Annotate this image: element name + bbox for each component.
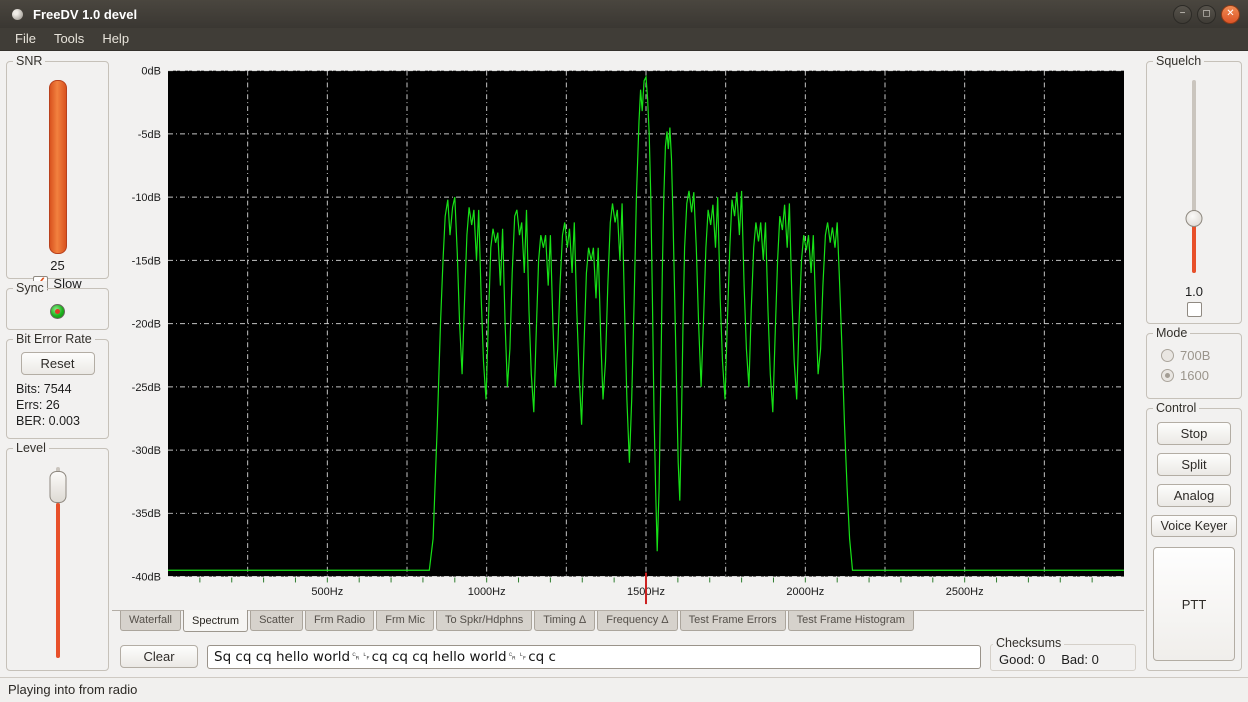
sync-led-icon xyxy=(50,304,65,319)
mode-1600-label: 1600 xyxy=(1180,368,1209,383)
mode-group-title: Mode xyxy=(1153,326,1190,340)
level-slider[interactable] xyxy=(11,461,104,666)
ptt-button[interactable]: PTT xyxy=(1153,547,1235,661)
tab-spectrum[interactable]: Spectrum xyxy=(183,610,248,632)
minimize-icon[interactable]: − xyxy=(1173,5,1192,24)
ber-group-title: Bit Error Rate xyxy=(13,332,95,346)
menu-bar: File Tools Help xyxy=(0,28,1248,51)
svg-text:-15dB: -15dB xyxy=(132,255,161,267)
tab-waterfall[interactable]: Waterfall xyxy=(120,611,181,631)
squelch-group-title: Squelch xyxy=(1153,54,1204,68)
squelch-slider-handle[interactable] xyxy=(1186,210,1203,227)
squelch-group: Squelch 1.0 xyxy=(1146,61,1242,324)
mode-group: Mode 700B 1600 xyxy=(1146,333,1242,399)
menu-tools[interactable]: Tools xyxy=(45,28,93,50)
ber-errs: Errs: 26 xyxy=(16,397,102,413)
level-group: Level xyxy=(6,448,109,671)
tab-frm-mic[interactable]: Frm Mic xyxy=(376,611,434,631)
tab-frm-radio[interactable]: Frm Radio xyxy=(305,611,374,631)
mode-700b-label: 700B xyxy=(1180,348,1210,363)
ber-group: Bit Error Rate Reset Bits: 7544 Errs: 26… xyxy=(6,339,109,439)
squelch-slider[interactable] xyxy=(1151,74,1237,281)
tab-test-frame-errors[interactable]: Test Frame Errors xyxy=(680,611,786,631)
level-group-title: Level xyxy=(13,441,49,455)
title-bar: FreeDV 1.0 devel − ◻ ✕ xyxy=(0,0,1248,28)
checksums-title: Checksums xyxy=(993,636,1064,650)
center-panel: 0dB -5dB -10dB -15dB -20dB -25dB -30dB -35dB -40… xyxy=(112,51,1144,677)
stop-button[interactable]: Stop xyxy=(1157,422,1231,445)
svg-text:-10dB: -10dB xyxy=(132,192,161,204)
svg-text:-40dB: -40dB xyxy=(132,572,161,584)
spectrum-plot-container: 0dB -5dB -10dB -15dB -20dB -25dB -30dB -35dB -40… xyxy=(114,51,1142,610)
snr-value: 25 xyxy=(11,258,104,273)
squelch-slider-fill xyxy=(1192,224,1196,273)
left-panel: SNR 25 ✓ Slow Sync Bit Error Rate Reset … xyxy=(0,51,112,677)
rx-text-input[interactable] xyxy=(207,645,981,669)
svg-text:-5dB: -5dB xyxy=(138,129,161,141)
control-group-title: Control xyxy=(1153,401,1199,415)
reset-button[interactable]: Reset xyxy=(21,352,95,375)
split-button[interactable]: Split xyxy=(1157,453,1231,476)
snr-gauge[interactable] xyxy=(49,80,67,254)
menu-file[interactable]: File xyxy=(6,28,45,50)
close-icon[interactable]: ✕ xyxy=(1221,5,1240,24)
tab-frequency-delta[interactable]: Frequency Δ xyxy=(597,611,677,631)
mode-1600-row[interactable]: 1600 xyxy=(1151,366,1237,386)
tab-scatter[interactable]: Scatter xyxy=(250,611,303,631)
svg-text:0dB: 0dB xyxy=(141,66,161,78)
squelch-value: 1.0 xyxy=(1151,284,1237,299)
rx-text-row: Clear Checksums Good: 0 Bad: 0 xyxy=(112,635,1144,677)
window-title: FreeDV 1.0 devel xyxy=(33,7,137,22)
ber-stats: Bits: 7544 Errs: 26 BER: 0.003 xyxy=(11,379,104,431)
checksums-bad: Bad: 0 xyxy=(1061,652,1099,667)
checksums-values: Good: 0 Bad: 0 xyxy=(999,652,1127,667)
radio-1600-icon[interactable] xyxy=(1161,369,1174,382)
sync-group: Sync xyxy=(6,288,109,330)
voice-keyer-button[interactable]: Voice Keyer xyxy=(1151,515,1237,537)
tab-bar: Waterfall Spectrum Scatter Frm Radio Frm… xyxy=(112,610,1144,635)
checksums-good: Good: 0 xyxy=(999,652,1045,667)
squelch-checkbox[interactable] xyxy=(1187,302,1202,317)
menu-help[interactable]: Help xyxy=(93,28,138,50)
svg-text:500Hz: 500Hz xyxy=(311,586,343,598)
app-window: FreeDV 1.0 devel − ◻ ✕ File Tools Help S… xyxy=(0,0,1248,702)
checksums-group: Checksums Good: 0 Bad: 0 xyxy=(990,644,1136,671)
mode-700b-row[interactable]: 700B xyxy=(1151,346,1237,366)
spectrum-plot[interactable]: 0dB -5dB -10dB -15dB -20dB -25dB -30dB -35dB -40… xyxy=(114,51,1142,610)
tab-to-spkr[interactable]: To Spkr/Hdphns xyxy=(436,611,532,631)
snr-group-title: SNR xyxy=(13,54,45,68)
svg-text:-20dB: -20dB xyxy=(132,319,161,331)
window-controls: − ◻ ✕ xyxy=(1173,5,1240,24)
svg-text:-30dB: -30dB xyxy=(132,445,161,457)
svg-text:-25dB: -25dB xyxy=(132,382,161,394)
main-area: SNR 25 ✓ Slow Sync Bit Error Rate Reset … xyxy=(0,51,1248,677)
tab-timing-delta[interactable]: Timing Δ xyxy=(534,611,595,631)
app-icon xyxy=(12,9,23,20)
svg-text:-35dB: -35dB xyxy=(132,508,161,520)
clear-button[interactable]: Clear xyxy=(120,645,198,668)
ber-bits: Bits: 7544 xyxy=(16,381,102,397)
snr-group: SNR 25 ✓ Slow xyxy=(6,61,109,279)
level-slider-handle[interactable] xyxy=(49,471,66,503)
svg-text:2000Hz: 2000Hz xyxy=(786,586,824,598)
control-group: Control Stop Split Analog Voice Keyer PT… xyxy=(1146,408,1242,671)
maximize-icon[interactable]: ◻ xyxy=(1197,5,1216,24)
tab-test-frame-histogram[interactable]: Test Frame Histogram xyxy=(788,611,914,631)
radio-700b-icon[interactable] xyxy=(1161,349,1174,362)
sync-group-title: Sync xyxy=(13,281,47,295)
ber-value: BER: 0.003 xyxy=(16,413,102,429)
status-bar: Playing into from radio xyxy=(0,677,1248,702)
level-slider-fill xyxy=(56,503,60,658)
svg-text:2500Hz: 2500Hz xyxy=(946,586,984,598)
squelch-checkbox-row xyxy=(1151,302,1237,319)
analog-button[interactable]: Analog xyxy=(1157,484,1231,507)
right-panel: Squelch 1.0 Mode 700B xyxy=(1144,51,1248,677)
svg-text:1000Hz: 1000Hz xyxy=(468,586,506,598)
